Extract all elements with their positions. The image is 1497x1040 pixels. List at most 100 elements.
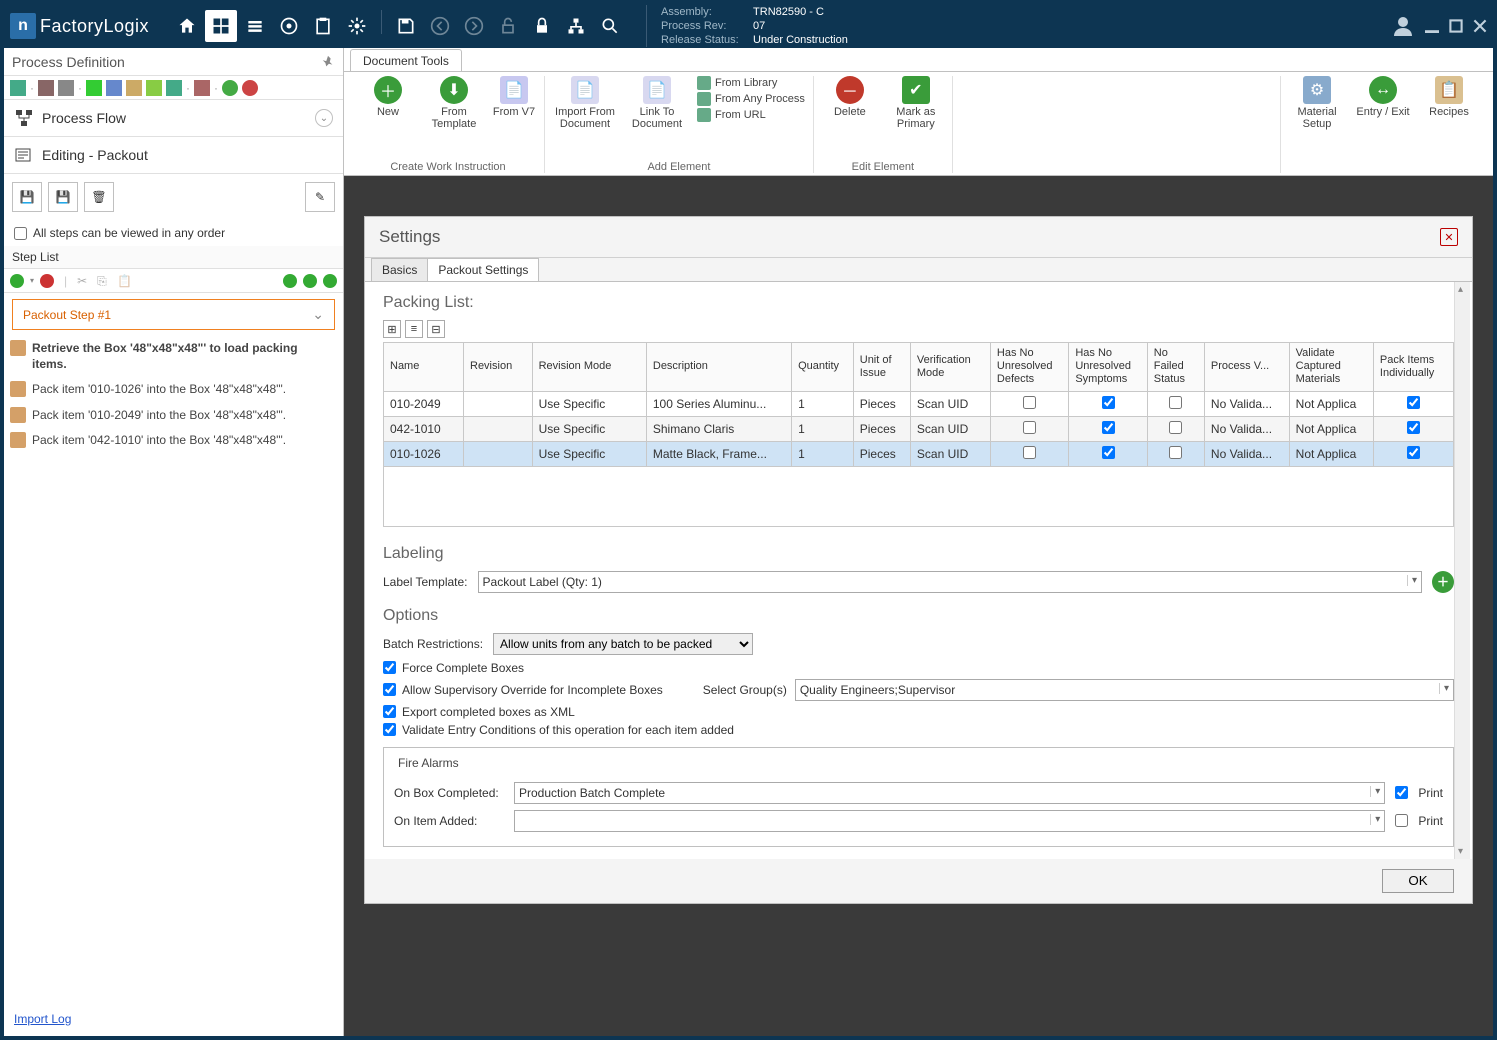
grid-checkbox[interactable] <box>1102 446 1115 459</box>
save-icon[interactable] <box>390 10 422 42</box>
tool-icon[interactable] <box>222 80 238 96</box>
import-log-link[interactable]: Import Log <box>14 1012 71 1026</box>
refresh-icon[interactable] <box>283 274 297 288</box>
tool-icon[interactable] <box>166 80 182 96</box>
grid-checkbox[interactable] <box>1407 446 1420 459</box>
grid-checkbox[interactable] <box>1169 446 1182 459</box>
grid-tool-icon[interactable]: ≡ <box>405 320 423 338</box>
substep[interactable]: Pack item '010-1026' into the Box '48"x4… <box>4 377 343 403</box>
tab-document-tools[interactable]: Document Tools <box>350 49 462 71</box>
ok-button[interactable]: OK <box>1382 869 1454 893</box>
force-complete-checkbox[interactable] <box>383 661 396 674</box>
lock-icon[interactable] <box>526 10 558 42</box>
grid-checkbox[interactable] <box>1407 396 1420 409</box>
process-flow-section[interactable]: Process Flow ⌄ <box>4 100 343 137</box>
tool-icon[interactable] <box>86 80 102 96</box>
on-box-completed-combo[interactable]: Production Batch Complete <box>514 782 1385 804</box>
minimize-icon[interactable] <box>1425 19 1439 33</box>
up-icon[interactable] <box>303 274 317 288</box>
tool-icon[interactable] <box>106 80 122 96</box>
substep[interactable]: Retrieve the Box '48"x48"x48"' to load p… <box>4 336 343 377</box>
target-icon[interactable] <box>273 10 305 42</box>
tool-icon[interactable] <box>58 80 74 96</box>
grid-tool-icon[interactable]: ⊞ <box>383 320 401 338</box>
edit-icon[interactable]: ✎ <box>305 182 335 212</box>
print-box-checkbox[interactable] <box>1395 786 1408 799</box>
table-row[interactable]: 010-1026Use SpecificMatte Black, Frame..… <box>384 441 1454 466</box>
from-url-button[interactable]: From URL <box>697 108 805 122</box>
label-template-combo[interactable]: Packout Label (Qty: 1) <box>478 571 1422 593</box>
down-icon[interactable] <box>323 274 337 288</box>
tab-packout-settings[interactable]: Packout Settings <box>427 258 539 282</box>
add-icon[interactable] <box>10 274 24 288</box>
select-groups-combo[interactable]: Quality Engineers;Supervisor <box>795 679 1454 701</box>
table-row[interactable]: 042-1010Use SpecificShimano Claris1Piece… <box>384 416 1454 441</box>
new-button[interactable]: ＋New <box>360 76 416 118</box>
chevron-down-icon[interactable]: ⌄ <box>315 109 333 127</box>
substep[interactable]: Pack item '042-1010' into the Box '48"x4… <box>4 428 343 454</box>
cut-icon[interactable]: ✂ <box>77 274 91 288</box>
on-item-added-combo[interactable] <box>514 810 1385 832</box>
unlock-icon[interactable] <box>492 10 524 42</box>
export-xml-checkbox[interactable] <box>383 705 396 718</box>
from-v7-button[interactable]: 📄From V7 <box>492 76 536 118</box>
home-icon[interactable] <box>171 10 203 42</box>
supervisory-override-checkbox[interactable] <box>383 683 396 696</box>
delete-button[interactable]: －Delete <box>822 76 878 118</box>
clipboard-icon[interactable] <box>307 10 339 42</box>
validate-entry-checkbox[interactable] <box>383 723 396 736</box>
grid-checkbox[interactable] <box>1102 421 1115 434</box>
pin-icon[interactable] <box>321 55 335 69</box>
add-label-button[interactable]: ＋ <box>1432 571 1454 593</box>
tool-icon[interactable] <box>194 80 210 96</box>
stack-icon[interactable] <box>239 10 271 42</box>
save-as-icon[interactable]: 💾 <box>48 182 78 212</box>
editing-section[interactable]: Editing - Packout <box>4 137 343 174</box>
grid-checkbox[interactable] <box>1407 421 1420 434</box>
scrollbar[interactable] <box>1454 282 1470 859</box>
grid-checkbox[interactable] <box>1023 396 1036 409</box>
tool-icon[interactable] <box>146 80 162 96</box>
batch-restrictions-select[interactable]: Allow units from any batch to be packed <box>493 633 753 655</box>
mark-primary-button[interactable]: ✔Mark as Primary <box>888 76 944 130</box>
grid-tool-icon[interactable]: ⊟ <box>427 320 445 338</box>
from-library-button[interactable]: From Library <box>697 76 805 90</box>
grid-checkbox[interactable] <box>1169 421 1182 434</box>
substep[interactable]: Pack item '010-2049' into the Box '48"x4… <box>4 403 343 429</box>
tab-basics[interactable]: Basics <box>371 258 428 282</box>
material-setup-button[interactable]: ⚙Material Setup <box>1289 76 1345 130</box>
grid-checkbox[interactable] <box>1102 396 1115 409</box>
grid-icon[interactable] <box>205 10 237 42</box>
search-icon[interactable] <box>594 10 626 42</box>
gear-icon[interactable] <box>341 10 373 42</box>
all-steps-checkbox[interactable] <box>14 227 27 240</box>
table-row[interactable]: 010-2049Use Specific100 Series Aluminu..… <box>384 391 1454 416</box>
recipes-button[interactable]: 📋Recipes <box>1421 76 1477 118</box>
step-packout-1[interactable]: Packout Step #1 ⌄ <box>12 299 335 330</box>
tool-icon[interactable] <box>10 80 26 96</box>
back-icon[interactable] <box>424 10 456 42</box>
user-icon[interactable] <box>1391 14 1415 38</box>
entry-exit-button[interactable]: ↔Entry / Exit <box>1355 76 1411 118</box>
close-icon[interactable]: ✕ <box>1440 228 1458 246</box>
close-icon[interactable] <box>1473 19 1487 33</box>
from-any-process-button[interactable]: From Any Process <box>697 92 805 106</box>
tool-icon[interactable] <box>38 80 54 96</box>
delete-icon[interactable]: 🗑 <box>84 182 114 212</box>
grid-checkbox[interactable] <box>1023 446 1036 459</box>
tool-icon[interactable] <box>242 80 258 96</box>
save-icon[interactable]: 💾 <box>12 182 42 212</box>
grid-checkbox[interactable] <box>1023 421 1036 434</box>
link-doc-button[interactable]: 📄Link To Document <box>627 76 687 130</box>
paste-icon[interactable]: 📋 <box>117 274 131 288</box>
hierarchy-icon[interactable] <box>560 10 592 42</box>
forward-icon[interactable] <box>458 10 490 42</box>
from-template-button[interactable]: ⬇From Template <box>426 76 482 130</box>
maximize-icon[interactable] <box>1449 19 1463 33</box>
copy-icon[interactable]: ⎘ <box>97 274 111 288</box>
tool-icon[interactable] <box>126 80 142 96</box>
print-item-checkbox[interactable] <box>1395 814 1408 827</box>
grid-checkbox[interactable] <box>1169 396 1182 409</box>
import-doc-button[interactable]: 📄Import From Document <box>553 76 617 130</box>
remove-icon[interactable] <box>40 274 54 288</box>
